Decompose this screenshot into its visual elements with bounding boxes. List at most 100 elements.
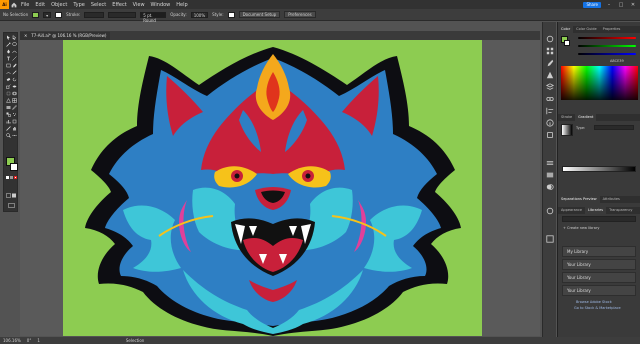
opacity-input[interactable]: 100%	[190, 11, 209, 18]
tab-attributes[interactable]: Attributes	[600, 196, 623, 203]
paintbrush-tool-icon[interactable]	[12, 63, 17, 68]
gradient-panel-icon[interactable]	[546, 164, 554, 178]
brushes-panel-icon[interactable]	[546, 52, 554, 67]
fill-swatch[interactable]	[32, 11, 40, 18]
close-icon[interactable]: ✕	[629, 2, 637, 8]
library-item[interactable]: Your Library	[562, 285, 636, 296]
slice-tool-icon[interactable]	[6, 126, 11, 131]
color-panel-icon[interactable]	[546, 28, 554, 43]
red-slider[interactable]	[578, 37, 636, 39]
artboard[interactable]	[63, 40, 482, 336]
tab-stroke[interactable]: Stroke	[558, 114, 575, 121]
menu-edit[interactable]: Edit	[32, 2, 48, 8]
artboard-tool-icon[interactable]	[12, 119, 17, 124]
maximize-icon[interactable]: □	[617, 2, 625, 8]
home-icon[interactable]	[9, 0, 18, 9]
gradient-slider[interactable]	[562, 166, 636, 172]
menu-window[interactable]: Window	[148, 2, 174, 8]
width-tool-icon[interactable]	[12, 84, 17, 89]
green-slider[interactable]	[578, 45, 636, 47]
menu-type[interactable]: Type	[70, 2, 87, 8]
variable-width-dropdown[interactable]	[108, 11, 137, 18]
library-item[interactable]: Your Library	[562, 272, 636, 283]
align-panel-icon[interactable]	[546, 100, 554, 115]
menu-select[interactable]: Select	[88, 2, 109, 8]
mesh-tool-icon[interactable]	[12, 98, 17, 103]
tiger-head-illustration[interactable]	[63, 40, 482, 336]
panel-stroke-swatch[interactable]	[564, 40, 570, 46]
rectangle-tool-icon[interactable]	[6, 63, 11, 68]
library-item[interactable]: Your Library	[562, 259, 636, 270]
library-item[interactable]: My Library	[562, 246, 636, 257]
stock-marketplace-link[interactable]: Go to Stock & Marketplace	[574, 306, 621, 310]
transform-panel-icon[interactable]	[546, 124, 554, 138]
color-spectrum[interactable]	[561, 66, 638, 100]
hand-tool-icon[interactable]	[12, 126, 17, 131]
eyedropper-tool-icon[interactable]	[12, 105, 17, 110]
artboard-number[interactable]: 1	[37, 338, 40, 343]
stroke-color-swatch[interactable]	[10, 163, 18, 171]
more-tools-icon[interactable]	[12, 133, 17, 138]
swatches-panel-icon[interactable]	[546, 40, 554, 55]
lasso-tool-icon[interactable]	[12, 42, 17, 47]
gradient-type-buttons[interactable]	[594, 125, 634, 130]
share-button[interactable]: Share	[583, 1, 601, 8]
tab-color-guide[interactable]: Color Guide	[573, 26, 600, 33]
eraser-tool-icon[interactable]	[6, 77, 11, 82]
column-graph-tool-icon[interactable]	[6, 119, 11, 124]
stroke-swatch[interactable]	[55, 11, 63, 18]
symbol-sprayer-tool-icon[interactable]	[12, 112, 17, 117]
blue-slider[interactable]	[578, 53, 636, 55]
gradient-mode-icon[interactable]	[10, 176, 13, 179]
tab-separations-preview[interactable]: Separations Preview	[558, 196, 600, 203]
preferences-button[interactable]: Preferences	[284, 11, 316, 18]
pencil-tool-icon[interactable]	[12, 70, 17, 75]
screen-mode-icon[interactable]	[8, 193, 15, 208]
shape-builder-tool-icon[interactable]	[12, 91, 17, 96]
color-mode-icon[interactable]	[6, 176, 9, 179]
magic-wand-tool-icon[interactable]	[6, 42, 11, 47]
document-tab[interactable]: ✕ T7-Ai4.ai* @ 106.16 % (RGB/Preview)	[20, 32, 111, 40]
canvas-area[interactable]	[20, 40, 540, 336]
zoom-tool-icon[interactable]	[6, 133, 11, 138]
stroke-weight-input[interactable]	[84, 11, 105, 18]
tab-libraries[interactable]: Libraries	[585, 207, 607, 214]
scale-tool-icon[interactable]	[6, 84, 11, 89]
close-tab-icon[interactable]: ✕	[24, 32, 27, 40]
tab-appearance[interactable]: Appearance	[558, 207, 585, 214]
info-panel-icon[interactable]	[546, 112, 554, 127]
brush-dropdown[interactable]: 5 pt. Round	[140, 11, 167, 23]
fill-dropdown[interactable]: ▾	[43, 11, 52, 18]
none-mode-icon[interactable]	[14, 176, 17, 179]
tab-color[interactable]: Color	[558, 26, 574, 33]
minimize-icon[interactable]: –	[605, 2, 613, 8]
library-search-input[interactable]	[562, 216, 636, 222]
appearance-panel-icon[interactable]	[546, 228, 554, 243]
rotate-tool-icon[interactable]	[12, 77, 17, 82]
tab-gradient[interactable]: Gradient	[575, 114, 597, 121]
tab-properties[interactable]: Properties	[600, 26, 624, 33]
menu-file[interactable]: File	[18, 2, 32, 8]
free-transform-tool-icon[interactable]	[6, 91, 11, 96]
hex-value[interactable]: A8CE39	[610, 59, 624, 63]
line-tool-icon[interactable]	[12, 56, 17, 61]
gradient-preview-swatch[interactable]	[561, 124, 573, 136]
perspective-grid-tool-icon[interactable]	[6, 98, 11, 103]
blend-tool-icon[interactable]	[6, 112, 11, 117]
gradient-tool-icon[interactable]	[6, 105, 11, 110]
separations-panel-icon[interactable]	[546, 200, 554, 215]
menu-help[interactable]: Help	[173, 2, 190, 8]
tab-transparency[interactable]: Transparency	[606, 207, 635, 214]
links-panel-icon[interactable]	[546, 88, 554, 101]
curvature-tool-icon[interactable]	[12, 49, 17, 54]
symbols-panel-icon[interactable]	[546, 64, 554, 79]
menu-object[interactable]: Object	[48, 2, 70, 8]
style-swatch[interactable]	[227, 11, 235, 18]
type-tool-icon[interactable]	[6, 56, 11, 61]
direct-selection-tool-icon[interactable]	[12, 35, 17, 40]
layers-panel-icon[interactable]	[545, 76, 555, 90]
shaper-tool-icon[interactable]	[6, 70, 11, 75]
document-setup-button[interactable]: Document Setup	[238, 11, 281, 18]
menu-view[interactable]: View	[130, 2, 148, 8]
draw-mode-icon[interactable]	[6, 183, 17, 198]
